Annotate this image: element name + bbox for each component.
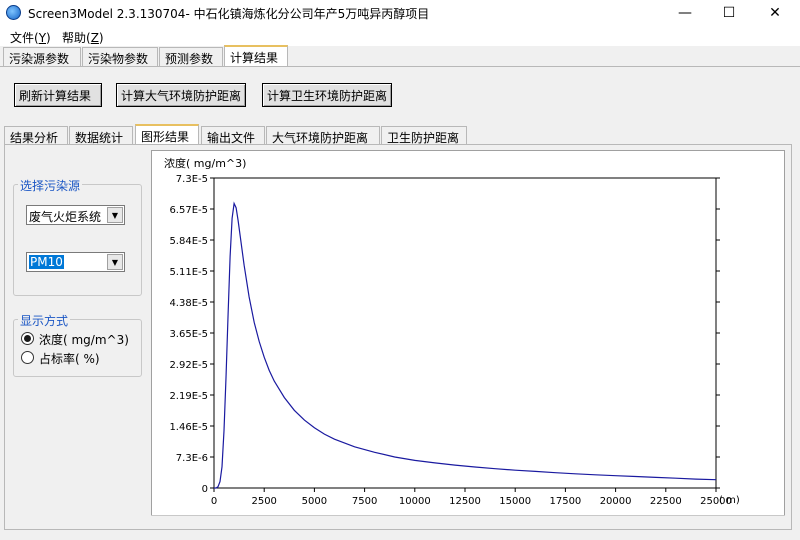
menu-bar: 文件(Y) 帮助(Z) [0, 26, 800, 46]
menu-help[interactable]: 帮助(Z) [62, 29, 104, 46]
y-axis-label: 浓度( mg/m^3) [164, 156, 246, 170]
app-icon [6, 5, 21, 20]
subtab-analysis[interactable]: 结果分析 [4, 126, 68, 146]
y-tick-label: 1.46E-5 [169, 422, 208, 433]
radio-concentration[interactable] [21, 332, 34, 345]
maximize-icon: ☐ [722, 5, 736, 21]
subtab-output-file[interactable]: 输出文件 [201, 126, 265, 146]
y-tick-label: 0 [202, 484, 208, 495]
y-tick-label: 6.57E-5 [169, 205, 208, 216]
x-tick-label: 17500 [549, 496, 581, 507]
y-tick-label: 7.3E-6 [176, 453, 208, 464]
subtab-atmos-distance[interactable]: 大气环境防护距离 [266, 126, 380, 146]
x-tick-label: 12500 [449, 496, 481, 507]
window-title: Screen3Model 2.3.130704- 中石化镇海炼化分公司年产5万吨… [28, 7, 430, 21]
maximize-button[interactable]: ☐ [706, 0, 752, 26]
y-tick-label: 7.3E-5 [176, 174, 208, 185]
close-icon: ✕ [769, 5, 781, 21]
tab-results[interactable]: 计算结果 [224, 45, 288, 67]
pollutant-select-value: PM10 [29, 255, 64, 269]
title-bar: Screen3Model 2.3.130704- 中石化镇海炼化分公司年产5万吨… [0, 0, 800, 26]
radio-percent-label: 占标率( %) [39, 352, 100, 366]
subtab-health-distance[interactable]: 卫生防护距离 [381, 126, 467, 146]
tab-pollutant-params[interactable]: 污染物参数 [82, 47, 158, 67]
source-select-value: 废气火炬系统 [29, 210, 102, 224]
y-axis: 0 7.3E-6 1.46E-5 2.19E-5 2.92E-5 3.65E-5 4.38E… [169, 174, 720, 495]
minimize-button[interactable]: — [662, 0, 708, 26]
chevron-down-icon[interactable]: ▼ [107, 207, 123, 223]
chart-status-strip [151, 515, 785, 527]
x-tick-label: 22500 [650, 496, 682, 507]
plot-frame [213, 177, 717, 489]
x-tick-label: 10000 [399, 496, 431, 507]
minimize-icon: — [678, 5, 692, 21]
calc-atmos-distance-button[interactable]: 计算大气环境防护距离 [116, 83, 246, 107]
chevron-down-icon[interactable]: ▼ [107, 254, 123, 270]
source-select[interactable]: 废气火炬系统 ▼ [26, 205, 125, 225]
x-tick-label: 2500 [251, 496, 276, 507]
close-button[interactable]: ✕ [752, 0, 798, 26]
calc-health-distance-button[interactable]: 计算卫生环境防护距离 [262, 83, 392, 107]
y-tick-label: 3.65E-5 [169, 329, 208, 340]
tab-predict-params[interactable]: 预测参数 [159, 47, 223, 67]
y-tick-label: 5.11E-5 [169, 267, 208, 278]
x-tick-label: 0 [211, 496, 217, 507]
source-group-legend: 选择污染源 [18, 177, 83, 194]
x-tick-label: 20000 [600, 496, 632, 507]
x-tick-label: 5000 [302, 496, 327, 507]
display-group-legend: 显示方式 [18, 312, 71, 329]
x-axis: 0 2500 5000 7500 10000 12500 15000 17500 20000 22… [211, 488, 732, 507]
subtab-graph[interactable]: 图形结果 [135, 124, 199, 145]
y-tick-label: 5.84E-5 [169, 236, 208, 247]
radio-percent[interactable] [21, 351, 34, 364]
y-tick-label: 2.92E-5 [169, 360, 208, 371]
x-axis-label: ( m) [719, 495, 740, 506]
concentration-chart: 浓度( mg/m^3) 0 7.3E-6 1.46E-5 2.19E-5 2.92E-5… [164, 156, 740, 507]
x-tick-label: 15000 [499, 496, 531, 507]
y-tick-label: 4.38E-5 [169, 298, 208, 309]
menu-file[interactable]: 文件(Y) [10, 29, 51, 46]
chart-panel: 浓度( mg/m^3) 0 7.3E-6 1.46E-5 2.19E-5 2.92E-5… [151, 150, 785, 526]
y-tick-label: 2.19E-5 [169, 391, 208, 402]
source-group [13, 184, 142, 296]
tab-source-params[interactable]: 污染源参数 [3, 47, 81, 67]
refresh-results-button[interactable]: 刷新计算结果 [14, 83, 102, 107]
pollutant-select[interactable]: PM10 ▼ [26, 252, 125, 272]
radio-concentration-label: 浓度( mg/m^3) [39, 333, 129, 347]
x-tick-label: 7500 [352, 496, 377, 507]
subtab-statistics[interactable]: 数据统计 [69, 126, 133, 146]
concentration-series-line [214, 201, 717, 489]
